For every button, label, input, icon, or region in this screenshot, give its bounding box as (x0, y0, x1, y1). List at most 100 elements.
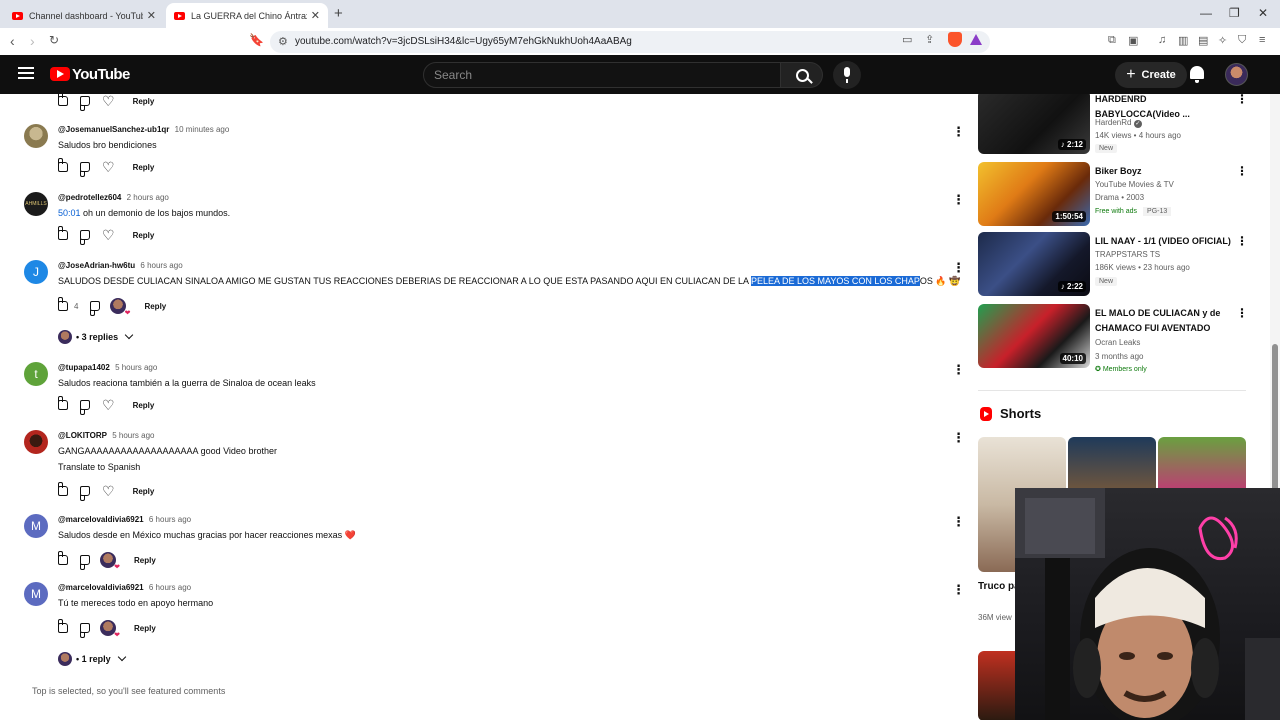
comment-time[interactable]: 5 hours ago (115, 363, 157, 372)
comment-author[interactable]: @LOKITORP (58, 431, 107, 440)
share-icon[interactable]: ⇪ (925, 33, 934, 46)
comment-time[interactable]: 10 minutes ago (175, 125, 230, 134)
avatar[interactable] (24, 430, 48, 454)
comment-author[interactable]: @tupapa1402 (58, 363, 110, 372)
dislike-icon[interactable] (80, 555, 90, 570)
like-icon[interactable] (58, 396, 68, 410)
youtube-logo-icon[interactable] (50, 67, 70, 81)
comment-author[interactable]: @pedrotellez604 (58, 193, 121, 202)
channel-name[interactable]: Ocran Leaks (1095, 338, 1140, 347)
related-video-item[interactable]: 40:10 EL MALO DE CULIACAN y de CHAMACO F… (978, 304, 1258, 373)
search-icon[interactable] (781, 62, 823, 88)
comment-author[interactable]: @JoseAdrian-hw6tu (58, 261, 135, 270)
like-icon[interactable] (58, 158, 68, 172)
more-actions-icon[interactable]: ⋮ (952, 582, 965, 598)
reply-button[interactable]: Reply (133, 97, 155, 106)
avatar[interactable]: M (24, 514, 48, 538)
video-thumbnail[interactable]: ♪ 2:22 (978, 232, 1090, 296)
heart-icon[interactable]: ♡ (102, 228, 115, 242)
reader-icon[interactable]: ▥ (1178, 34, 1188, 47)
like-icon[interactable] (58, 551, 68, 565)
tab-current-video[interactable]: La GUERRA del Chino Ántrax vs ✕ (166, 3, 328, 28)
reply-button[interactable]: Reply (134, 556, 156, 565)
heart-icon[interactable]: ♡ (102, 94, 115, 108)
related-video-item[interactable]: ♪ 2:22 LIL NAAY - 1/1 (VIDEO OFICIAL) TR… (978, 232, 1258, 296)
timestamp-link[interactable]: 50:01 (58, 208, 81, 218)
more-actions-icon[interactable]: ⋮ (1236, 164, 1248, 178)
search-input[interactable] (424, 63, 780, 87)
dislike-icon[interactable] (80, 162, 90, 177)
video-thumbnail[interactable]: 1:50:54 (978, 162, 1090, 226)
reply-button[interactable]: Reply (133, 231, 155, 240)
minimize-icon[interactable]: — (1200, 6, 1212, 20)
comment-author[interactable]: @JosemanuelSanchez-ub1qr (58, 125, 169, 134)
avatar[interactable] (24, 124, 48, 148)
creator-heart-icon[interactable] (110, 298, 130, 317)
address-bar[interactable]: ⚙ youtube.com/watch?v=3jcDSLsiH34&lc=Ugy… (270, 31, 990, 53)
brave-rewards-icon[interactable] (970, 34, 982, 45)
reply-button[interactable]: Reply (133, 163, 155, 172)
new-tab-icon[interactable]: + (334, 5, 343, 22)
comment-author[interactable]: @marcelovaldivia6921 (58, 515, 144, 524)
like-icon[interactable] (58, 94, 68, 106)
close-window-icon[interactable]: ✕ (1258, 6, 1268, 20)
forward-icon[interactable]: › (30, 33, 35, 49)
more-actions-icon[interactable]: ⋮ (952, 362, 965, 378)
channel-name[interactable]: TRAPPSTARS TS (1095, 250, 1160, 259)
close-tab-icon[interactable]: ✕ (311, 9, 320, 22)
create-button[interactable]: + Create (1115, 62, 1187, 88)
more-actions-icon[interactable]: ⋮ (1236, 94, 1248, 106)
dislike-icon[interactable] (80, 230, 90, 245)
video-title[interactable]: LIL NAAY - 1/1 (VIDEO OFICIAL) (1095, 234, 1233, 249)
dislike-icon[interactable] (80, 623, 90, 638)
creator-heart-icon[interactable] (100, 620, 120, 639)
site-info-icon[interactable]: ⚙ (278, 35, 288, 48)
heart-icon[interactable]: ♡ (102, 398, 115, 412)
hamburger-menu-icon[interactable] (18, 67, 34, 82)
notifications-bell-icon[interactable] (1190, 66, 1204, 83)
heart-icon[interactable]: ♡ (102, 484, 115, 498)
dislike-icon[interactable] (80, 96, 90, 111)
view-replies-button[interactable]: • 1 reply (58, 652, 126, 666)
reply-button[interactable]: Reply (133, 401, 155, 410)
more-actions-icon[interactable]: ⋮ (952, 514, 965, 530)
related-video-item[interactable]: ♪ 2:12 HARDENRD BABYLOCCA(Video ... Hard… (978, 94, 1258, 154)
video-title[interactable]: EL MALO DE CULIACAN y de CHAMACO FUI AVE… (1095, 306, 1233, 336)
vpn-icon[interactable]: ⛉ (1238, 34, 1246, 47)
cast-icon[interactable]: ▭ (902, 33, 912, 46)
dislike-icon[interactable] (80, 486, 90, 501)
search-box[interactable] (423, 62, 781, 88)
avatar[interactable]: J (24, 260, 48, 284)
comment-time[interactable]: 5 hours ago (112, 431, 154, 440)
comment-time[interactable]: 6 hours ago (140, 261, 182, 270)
more-actions-icon[interactable]: ⋮ (952, 192, 965, 208)
creator-heart-icon[interactable] (100, 552, 120, 571)
comment-author[interactable]: @marcelovaldivia6921 (58, 583, 144, 592)
bookmark-icon[interactable]: 🔖 (249, 33, 264, 47)
more-actions-icon[interactable]: ⋮ (1236, 234, 1248, 248)
more-actions-icon[interactable]: ⋮ (952, 430, 965, 446)
avatar[interactable]: t (24, 362, 48, 386)
comment-time[interactable]: 6 hours ago (149, 583, 191, 592)
close-tab-icon[interactable]: ✕ (147, 9, 156, 22)
more-actions-icon[interactable]: ⋮ (952, 260, 965, 276)
like-icon[interactable] (58, 297, 68, 311)
reply-button[interactable]: Reply (133, 487, 155, 496)
like-icon[interactable] (58, 482, 68, 496)
menu-icon[interactable]: ≡ (1259, 34, 1265, 46)
dislike-icon[interactable] (80, 400, 90, 415)
leo-ai-icon[interactable]: ✧ (1218, 34, 1227, 47)
youtube-logo-text[interactable]: YouTube (72, 66, 130, 83)
reply-button[interactable]: Reply (134, 624, 156, 633)
microphone-icon[interactable] (833, 61, 861, 89)
channel-name[interactable]: HardenRd ✓ (1095, 118, 1142, 128)
more-actions-icon[interactable]: ⋮ (952, 124, 965, 140)
url-text[interactable]: youtube.com/watch?v=3jcDSLsiH34&lc=Ugy65… (295, 36, 632, 47)
reply-button[interactable]: Reply (144, 302, 166, 311)
like-icon[interactable] (58, 619, 68, 633)
avatar[interactable]: AHMILLS (24, 192, 48, 216)
video-thumbnail[interactable]: 40:10 (978, 304, 1090, 368)
brave-shields-icon[interactable] (948, 32, 962, 47)
video-thumbnail[interactable]: ♪ 2:12 (978, 94, 1090, 154)
sidebar-icon[interactable]: ▣ (1128, 34, 1138, 47)
